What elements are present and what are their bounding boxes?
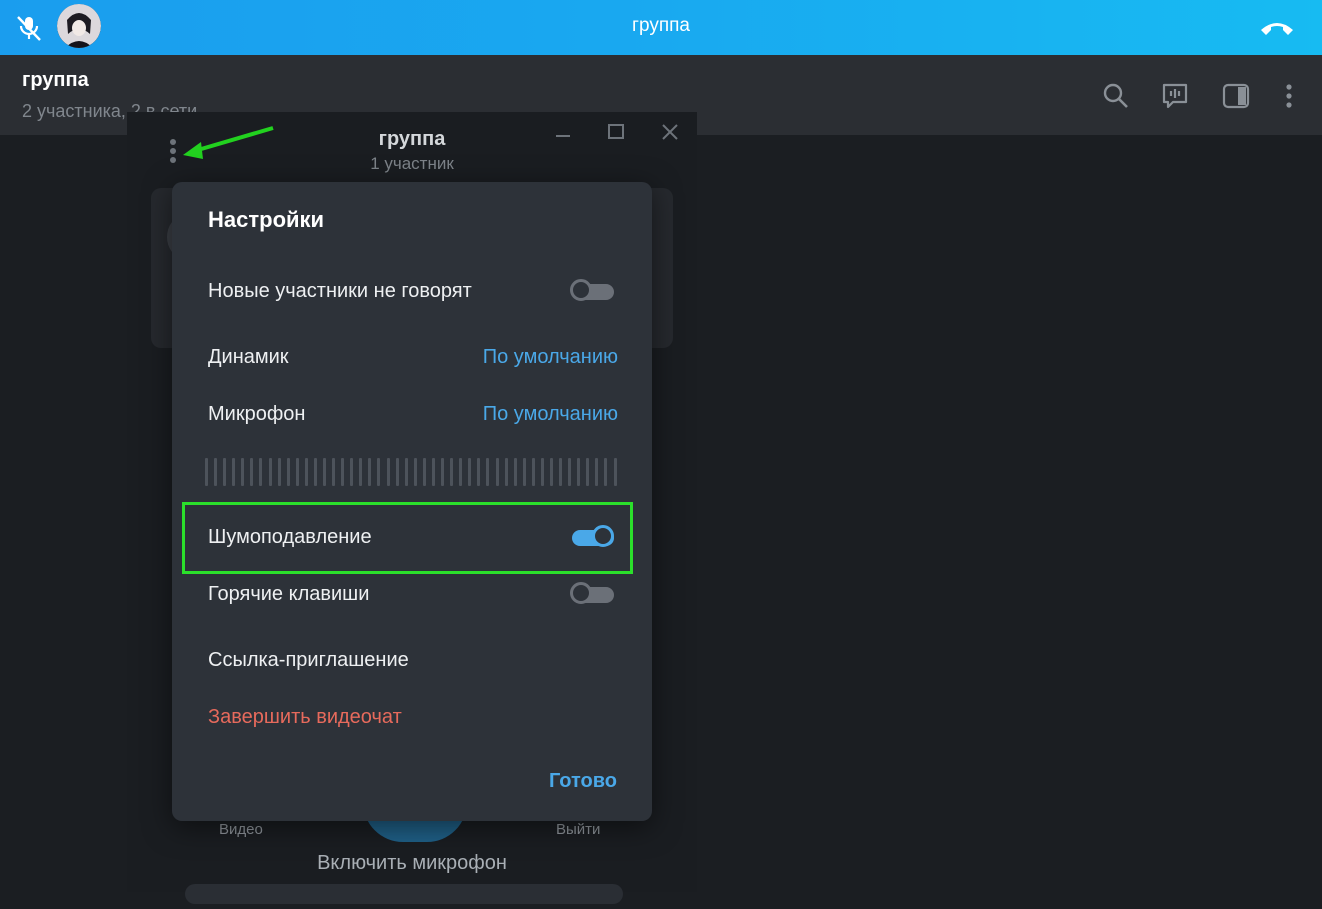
speaker-value[interactable]: По умолчанию	[483, 346, 618, 369]
speaker-label: Динамик	[208, 346, 289, 368]
toggle-knob	[570, 582, 592, 604]
chat-name[interactable]: группа	[22, 69, 89, 92]
toggle-knob	[570, 279, 592, 301]
end-videochat-item[interactable]: Завершить видеочат	[208, 706, 402, 729]
exit-label[interactable]: Выйти	[556, 821, 600, 838]
hangup-icon[interactable]	[1257, 16, 1297, 38]
bottom-bar[interactable]	[185, 884, 623, 904]
call-title: группа	[632, 15, 690, 36]
new-participants-label: Новые участники не говорят	[208, 280, 472, 302]
search-icon[interactable]	[1101, 81, 1131, 111]
minimize-icon[interactable]	[551, 122, 575, 142]
settings-dialog: Настройки Новые участники не говорят Дин…	[172, 182, 652, 821]
voice-chat-subtitle: 1 участник	[370, 154, 454, 173]
voice-chat-icon[interactable]	[1160, 81, 1190, 111]
hotkeys-toggle[interactable]	[570, 581, 616, 607]
settings-title: Настройки	[208, 207, 325, 232]
hotkeys-label: Горячие клавиши	[208, 583, 370, 605]
noise-suppression-label: Шумоподавление	[208, 526, 372, 548]
close-icon[interactable]	[658, 122, 682, 142]
done-button[interactable]: Готово	[549, 770, 617, 793]
call-bar[interactable]: группа	[0, 0, 1322, 55]
mic-value[interactable]: По умолчанию	[483, 403, 618, 426]
video-label[interactable]: Видео	[219, 821, 263, 838]
more-icon[interactable]	[1274, 81, 1304, 111]
noise-suppression-toggle[interactable]	[570, 524, 616, 550]
mic-label: Микрофон	[208, 403, 306, 425]
maximize-icon[interactable]	[604, 122, 628, 142]
new-participants-toggle[interactable]	[570, 278, 616, 304]
sidebar-icon[interactable]	[1221, 81, 1251, 111]
mic-level-meter	[205, 458, 617, 486]
invite-link-item[interactable]: Ссылка-приглашение	[208, 649, 409, 672]
enable-mic-label: Включить микрофон	[317, 852, 507, 874]
toggle-knob	[592, 525, 614, 547]
